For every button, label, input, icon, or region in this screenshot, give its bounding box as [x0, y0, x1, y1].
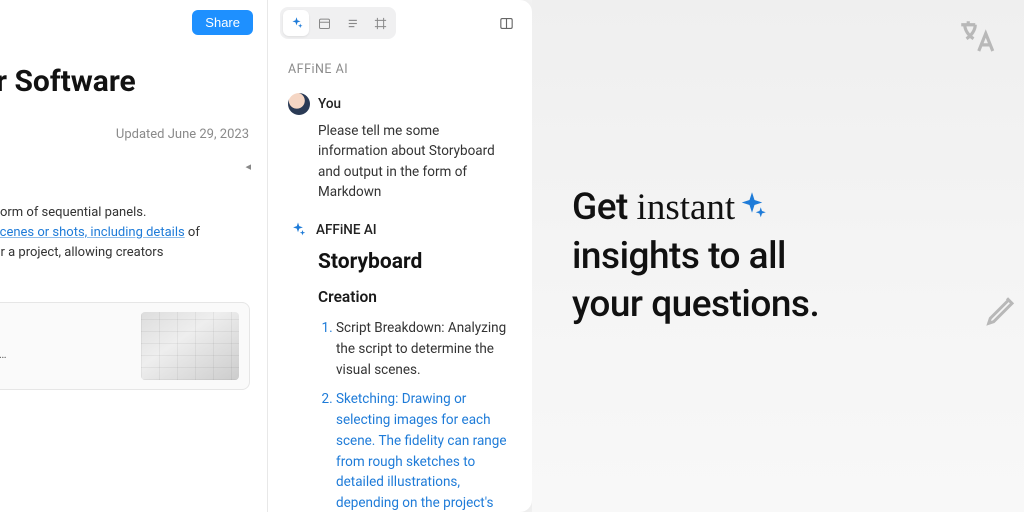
- marketing-panel: Get instant insights to all your questio…: [532, 0, 1024, 512]
- card-text-line: ting a striking contr…: [0, 346, 141, 362]
- calendar-icon: [317, 16, 332, 31]
- headline-text: your questions.: [572, 283, 819, 326]
- list-item: Script Breakdown: Analyzing the script t…: [336, 318, 512, 381]
- user-name: You: [318, 96, 341, 112]
- card-text: d by a grand ting a striking contr…: [0, 329, 141, 361]
- response-subheading: Creation: [318, 288, 512, 306]
- headline-emphasis: instant: [637, 187, 736, 228]
- updated-timestamp: Updated June 29, 2023: [0, 127, 267, 142]
- view-mode-group: [280, 7, 396, 39]
- ai-panel: AFFiNE AI You Please tell me some inform…: [268, 0, 532, 512]
- body-text-line: rces in production.: [0, 263, 267, 283]
- translate-icon: [956, 16, 998, 58]
- body-text-line: ovide a blueprint for a project, allowin…: [0, 243, 267, 263]
- sparkle-icon: [289, 221, 307, 239]
- headline-text: insights to all: [572, 235, 786, 278]
- share-button[interactable]: Share: [192, 10, 253, 35]
- ai-toolbar: [268, 0, 532, 46]
- ai-brand-label: AFFiNE AI: [288, 62, 512, 77]
- card-text-line: d by a grand: [0, 329, 141, 345]
- list-icon: [345, 16, 360, 31]
- list-item: Sketching: Drawing or selecting images f…: [336, 389, 512, 512]
- assistant-avatar: [288, 220, 308, 240]
- document-content: y presented in the form of sequential pa…: [0, 203, 267, 390]
- marketing-headline: Get instant insights to all your questio…: [572, 184, 819, 328]
- page-title: r Software: [0, 64, 267, 99]
- user-message-text: Please tell me some information about St…: [288, 121, 512, 202]
- calendar-tab[interactable]: [311, 10, 337, 36]
- card-thumbnail: [141, 312, 239, 380]
- frame-icon: [373, 16, 388, 31]
- app-window: Share r Software Updated June 29, 2023 ◂…: [0, 0, 532, 512]
- collapse-outline-icon[interactable]: ◂: [0, 160, 267, 173]
- sparkle-icon: [289, 16, 304, 31]
- assistant-response: Storyboard Creation Script Breakdown: An…: [288, 250, 512, 512]
- two-column-toggle[interactable]: [492, 9, 520, 37]
- user-avatar: [288, 93, 310, 115]
- document-body: r Software Updated June 29, 2023 ◂ y pre…: [0, 46, 267, 390]
- user-message: You Please tell me some information abou…: [288, 93, 512, 202]
- columns-icon: [498, 15, 515, 32]
- ai-tab[interactable]: [283, 10, 309, 36]
- body-text-line: y presented in the form of sequential pa…: [0, 203, 267, 223]
- pencil-icon: [982, 290, 1022, 330]
- document-header: Share: [0, 0, 267, 46]
- sparkle-icon: [737, 186, 767, 233]
- highlighted-text: es describing key scenes or shots, inclu…: [0, 225, 185, 240]
- frame-tab[interactable]: [367, 10, 393, 36]
- assistant-message: AFFiNE AI Storyboard Creation Script Bre…: [288, 220, 512, 512]
- headline-text: Get: [572, 186, 637, 229]
- linked-doc-card[interactable]: d by a grand ting a striking contr…: [0, 302, 250, 390]
- body-text-line: es describing key scenes or shots, inclu…: [0, 223, 267, 243]
- assistant-name: AFFiNE AI: [316, 222, 377, 238]
- body-text: of: [185, 225, 200, 240]
- ai-conversation-scroll[interactable]: AFFiNE AI You Please tell me some inform…: [268, 46, 532, 512]
- document-panel: Share r Software Updated June 29, 2023 ◂…: [0, 0, 268, 512]
- response-heading: Storyboard: [318, 250, 512, 274]
- response-list: Script Breakdown: Analyzing the script t…: [318, 318, 512, 512]
- outline-tab[interactable]: [339, 10, 365, 36]
